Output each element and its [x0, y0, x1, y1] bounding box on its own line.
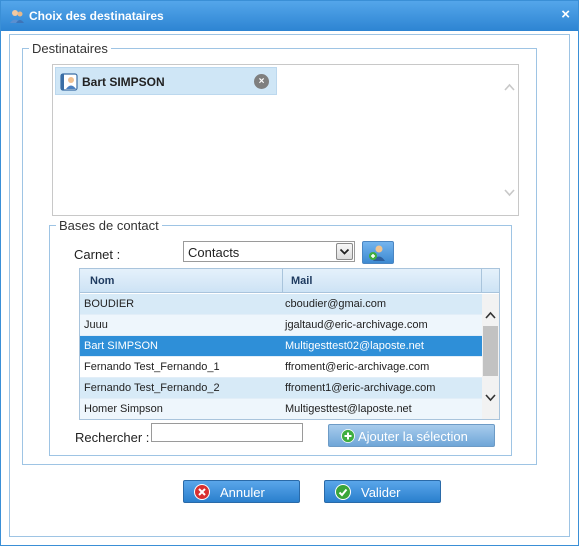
carnet-select[interactable]: Contacts [183, 241, 355, 262]
recipient-name: Bart SIMPSON [82, 75, 165, 89]
cell-mail: cboudier@gmai.com [285, 298, 387, 310]
cell-mail: jgaltaud@eric-archivage.com [285, 319, 428, 331]
close-icon[interactable]: × [561, 6, 570, 23]
validate-button[interactable]: Valider [324, 480, 441, 503]
table-row[interactable]: Homer Simpson Multigesttest@laposte.net [80, 399, 482, 419]
carnet-label: Carnet : [74, 247, 121, 262]
recipients-legend: Destinataires [32, 41, 108, 56]
table-row-selected[interactable]: Bart SIMPSON Multigesttest02@laposte.net [80, 336, 482, 357]
cell-mail: Multigesttest@laposte.net [285, 403, 412, 415]
cell-nom: BOUDIER [84, 298, 135, 310]
cancel-button[interactable]: Annuler [183, 480, 300, 503]
contacts-icon [10, 10, 24, 23]
scroll-down-icon[interactable] [503, 186, 516, 199]
cell-mail: ffroment1@eric-archivage.com [285, 382, 436, 394]
search-label: Rechercher : [75, 430, 150, 445]
cell-mail: ffroment@eric-archivage.com [285, 361, 430, 373]
cancel-label: Annuler [220, 485, 265, 500]
cell-nom: Juuu [84, 319, 108, 331]
add-contact-button[interactable] [362, 241, 394, 264]
table-row[interactable]: Juuu jgaltaud@eric-archivage.com [80, 315, 482, 336]
table-row[interactable]: Fernando Test_Fernando_1 ffroment@eric-a… [80, 357, 482, 378]
contact-card-icon [60, 73, 78, 91]
cell-nom: Fernando Test_Fernando_1 [84, 361, 220, 373]
column-header-mail[interactable]: Mail [291, 275, 312, 287]
dropdown-button[interactable] [336, 243, 353, 260]
contacts-table: Nom Mail BOUDIER cboudier@gmai.com Juuu … [79, 268, 500, 420]
recipients-list[interactable]: Bart SIMPSON × [52, 64, 519, 216]
chevron-down-icon [339, 248, 350, 255]
cell-mail: Multigesttest02@laposte.net [285, 340, 424, 352]
check-icon [335, 484, 351, 500]
cell-nom: Homer Simpson [84, 403, 163, 415]
column-header-nom[interactable]: Nom [90, 275, 114, 287]
column-divider [282, 269, 283, 293]
scroll-down-icon[interactable] [484, 391, 497, 404]
add-selection-button[interactable]: Ajouter la sélection [328, 424, 495, 447]
recipient-chip[interactable]: Bart SIMPSON × [55, 67, 277, 95]
carnet-selected-value: Contacts [188, 245, 240, 260]
dialog-window: Choix des destinataires × Destinataires … [0, 0, 579, 546]
validate-label: Valider [361, 485, 401, 500]
scrollbar-thumb[interactable] [483, 326, 498, 376]
contact-bases-legend: Bases de contact [59, 218, 159, 233]
add-user-icon [369, 245, 385, 261]
scroll-up-icon[interactable] [503, 81, 516, 94]
title-bar: Choix des destinataires × [1, 1, 578, 31]
table-row[interactable]: Fernando Test_Fernando_2 ffroment1@eric-… [80, 378, 482, 399]
table-row[interactable]: BOUDIER cboudier@gmai.com [80, 294, 482, 315]
plus-circle-icon [341, 429, 355, 443]
table-header: Nom Mail [80, 269, 499, 293]
scroll-up-icon[interactable] [484, 309, 497, 322]
window-title: Choix des destinataires [29, 9, 164, 23]
table-scrollbar[interactable] [482, 294, 499, 419]
cancel-icon [194, 484, 210, 500]
column-divider [481, 269, 482, 293]
recipients-scrollbar[interactable] [501, 65, 518, 215]
remove-icon[interactable]: × [254, 74, 269, 89]
add-selection-label: Ajouter la sélection [358, 429, 468, 444]
search-input[interactable] [151, 423, 303, 442]
cell-nom: Fernando Test_Fernando_2 [84, 382, 220, 394]
cell-nom: Bart SIMPSON [84, 340, 158, 352]
